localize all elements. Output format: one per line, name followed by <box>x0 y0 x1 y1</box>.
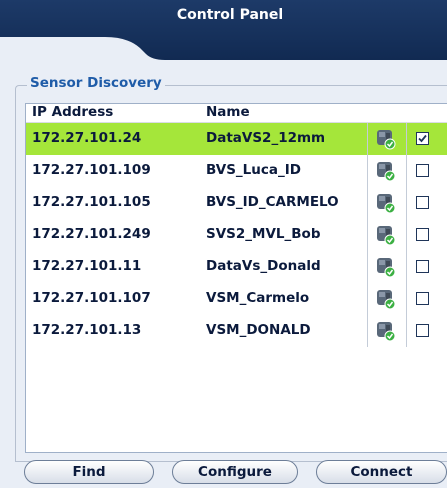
sensor-online-icon <box>377 130 396 150</box>
sensor-discovery-legend: Sensor Discovery <box>27 75 165 91</box>
select-checkbox[interactable] <box>416 260 429 273</box>
ip-address-cell: 172.27.101.11 <box>32 258 142 274</box>
sensor-online-icon <box>377 258 396 278</box>
title-bar: Control Panel <box>0 0 447 60</box>
sensor-online-icon <box>377 162 396 182</box>
table-row[interactable]: 172.27.101.107 VSM_Carmelo <box>26 283 447 315</box>
column-divider <box>406 219 407 251</box>
ip-address-cell: 172.27.101.107 <box>32 290 151 306</box>
sensor-online-icon <box>377 226 396 246</box>
sensor-table: IP Address Name 172.27.101.24 DataVS2_12m… <box>25 103 447 453</box>
column-header-name[interactable]: Name <box>206 104 250 120</box>
sensor-name-cell: BVS_ID_CARMELO <box>206 194 339 210</box>
select-checkbox[interactable] <box>416 164 429 177</box>
column-divider <box>406 283 407 315</box>
table-row[interactable]: 172.27.101.249 SVS2_MVL_Bob <box>26 219 447 251</box>
column-divider <box>367 219 368 251</box>
table-row[interactable]: 172.27.101.24 DataVS2_12mm <box>26 123 447 155</box>
sensor-name-cell: VSM_DONALD <box>206 322 311 338</box>
column-divider <box>367 283 368 315</box>
table-row[interactable]: 172.27.101.109 BVS_Luca_ID <box>26 155 447 187</box>
select-checkbox[interactable] <box>416 196 429 209</box>
select-checkbox[interactable] <box>416 132 429 145</box>
column-divider <box>406 155 407 187</box>
sensor-name-cell: BVS_Luca_ID <box>206 162 301 178</box>
sensor-name-cell: VSM_Carmelo <box>206 290 310 306</box>
table-row[interactable]: 172.27.101.13 VSM_DONALD <box>26 315 447 347</box>
column-divider <box>406 187 407 219</box>
sensor-name-cell: SVS2_MVL_Bob <box>206 226 321 242</box>
ip-address-cell: 172.27.101.13 <box>32 322 142 338</box>
select-checkbox[interactable] <box>416 228 429 241</box>
column-divider <box>406 123 407 155</box>
column-divider <box>406 251 407 283</box>
connect-button[interactable]: Connect <box>316 460 447 484</box>
ip-address-cell: 172.27.101.109 <box>32 162 151 178</box>
table-header: IP Address Name <box>26 104 447 123</box>
column-divider <box>367 315 368 347</box>
select-checkbox[interactable] <box>416 324 429 337</box>
sensor-name-cell: DataVs_Donald <box>206 258 321 274</box>
ip-address-cell: 172.27.101.249 <box>32 226 151 242</box>
window-title: Control Panel <box>176 7 284 23</box>
table-row[interactable]: 172.27.101.11 DataVs_Donald <box>26 251 447 283</box>
configure-button[interactable]: Configure <box>172 460 298 484</box>
ip-address-cell: 172.27.101.24 <box>32 130 142 146</box>
sensor-online-icon <box>377 194 396 214</box>
column-divider <box>367 155 368 187</box>
checkmark-icon <box>418 134 427 143</box>
find-button[interactable]: Find <box>24 460 154 484</box>
column-header-ip[interactable]: IP Address <box>32 104 113 120</box>
sensor-online-icon <box>377 322 396 342</box>
sensor-name-cell: DataVS2_12mm <box>206 130 326 146</box>
column-divider <box>367 187 368 219</box>
column-divider <box>367 251 368 283</box>
ip-address-cell: 172.27.101.105 <box>32 194 151 210</box>
column-divider <box>406 315 407 347</box>
select-checkbox[interactable] <box>416 292 429 305</box>
table-row[interactable]: 172.27.101.105 BVS_ID_CARMELO <box>26 187 447 219</box>
column-divider <box>367 123 368 155</box>
sensor-online-icon <box>377 290 396 310</box>
